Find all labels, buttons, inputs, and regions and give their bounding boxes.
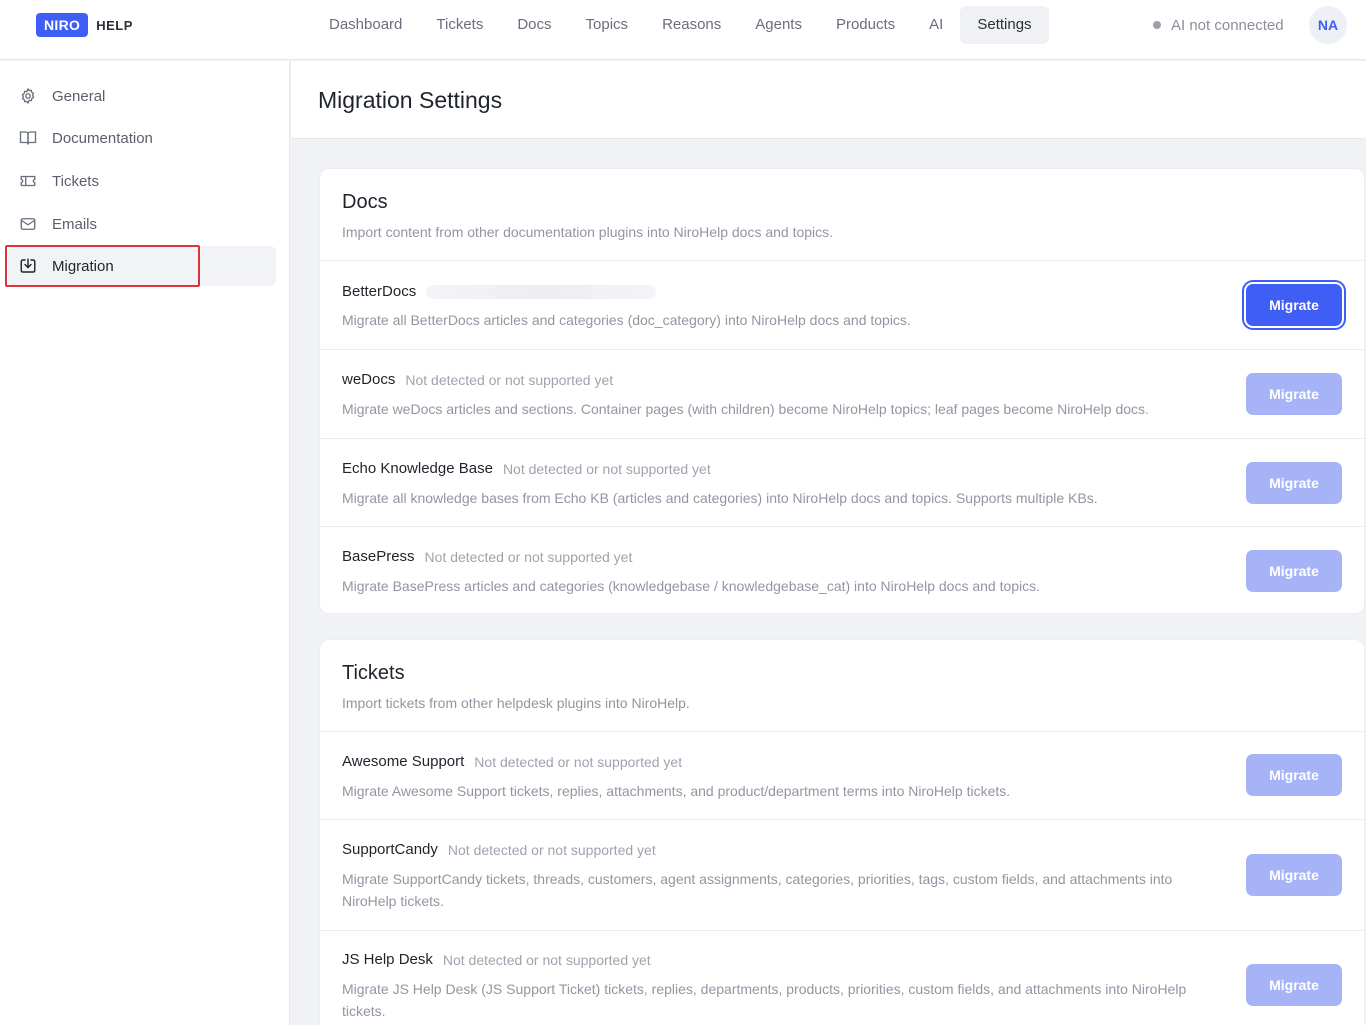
sidebar-item-label: Emails: [52, 215, 98, 233]
ticket-icon: [18, 171, 38, 191]
logo[interactable]: NIRO HELP: [36, 13, 133, 37]
gear-icon: [18, 86, 38, 106]
sidebar: General Documentation Tickets Emails Mig…: [0, 61, 290, 1025]
sidebar-item-label: General: [52, 87, 106, 105]
migration-row-betterdocs: BetterDocs Migrate all BetterDocs articl…: [320, 261, 1364, 350]
row-status: Not detected or not supported yet: [442, 951, 651, 968]
nav-ai[interactable]: AI: [912, 6, 960, 44]
row-status: Not detected or not supported yet: [447, 841, 656, 858]
ai-status-label: AI not connected: [1171, 16, 1284, 34]
row-description: Migrate Awesome Support tickets, replies…: [342, 783, 1011, 799]
page-title: Migration Settings: [318, 87, 503, 113]
migrate-button-betterdocs[interactable]: Migrate: [1246, 284, 1342, 326]
row-title: Awesome Support Not detected or not supp…: [342, 753, 682, 770]
migrate-button-wedocs[interactable]: Migrate: [1246, 373, 1342, 415]
status-dot-icon: [1153, 21, 1161, 29]
top-bar: NIRO HELP Dashboard Tickets Docs Topics …: [0, 0, 1366, 60]
nav-settings[interactable]: Settings: [960, 6, 1049, 44]
sidebar-item-general[interactable]: General: [8, 76, 276, 116]
tickets-section-header: Tickets Import tickets from other helpde…: [320, 640, 1364, 732]
row-description: Migrate SupportCandy tickets, threads, c…: [342, 871, 1173, 909]
sidebar-item-tickets[interactable]: Tickets: [8, 161, 276, 201]
migration-row-supportcandy: SupportCandy Not detected or not support…: [320, 820, 1364, 931]
sidebar-item-emails[interactable]: Emails: [8, 204, 276, 244]
row-title: Echo Knowledge Base Not detected or not …: [342, 460, 711, 477]
ai-status[interactable]: AI not connected: [1153, 14, 1284, 36]
row-description: Migrate JS Help Desk (JS Support Ticket)…: [342, 981, 1187, 1019]
sidebar-item-migration[interactable]: Migration: [8, 246, 276, 286]
nav-topics[interactable]: Topics: [569, 6, 646, 44]
nav-reasons[interactable]: Reasons: [645, 6, 738, 44]
sidebar-item-label: Tickets: [52, 172, 99, 190]
row-name: JS Help Desk: [342, 951, 433, 968]
row-title: BetterDocs: [342, 283, 657, 300]
docs-section-header: Docs Import content from other documenta…: [320, 169, 1364, 261]
nav-dashboard[interactable]: Dashboard: [312, 6, 419, 44]
row-name: BetterDocs: [342, 283, 417, 300]
sidebar-item-label: Migration: [52, 257, 114, 275]
nav-agents[interactable]: Agents: [738, 6, 819, 44]
row-status: Not detected or not supported yet: [424, 548, 633, 565]
migration-row-echo-kb: Echo Knowledge Base Not detected or not …: [320, 439, 1364, 527]
row-name: weDocs: [342, 371, 396, 388]
nav-docs[interactable]: Docs: [500, 6, 568, 44]
row-name: Echo Knowledge Base: [342, 460, 493, 477]
migrate-button-basepress[interactable]: Migrate: [1246, 550, 1342, 592]
migration-row-awesome-support: Awesome Support Not detected or not supp…: [320, 732, 1364, 820]
mail-icon: [18, 214, 38, 234]
row-description: Migrate all BetterDocs articles and cate…: [342, 312, 911, 328]
book-icon: [18, 128, 38, 148]
row-title: BasePress Not detected or not supported …: [342, 548, 632, 565]
migration-row-basepress: BasePress Not detected or not supported …: [320, 527, 1364, 613]
row-name: BasePress: [342, 548, 415, 565]
row-title: weDocs Not detected or not supported yet: [342, 371, 613, 388]
sidebar-item-label: Documentation: [52, 129, 153, 147]
migrate-button-awesome-support[interactable]: Migrate: [1246, 754, 1342, 796]
migrate-button-supportcandy[interactable]: Migrate: [1246, 854, 1342, 896]
nav-tickets[interactable]: Tickets: [419, 6, 500, 44]
logo-badge: NIRO: [36, 13, 89, 37]
nav-products[interactable]: Products: [819, 6, 912, 44]
tickets-section-card: Tickets Import tickets from other helpde…: [319, 639, 1365, 1025]
section-subtitle: Import content from other documentation …: [342, 224, 834, 240]
docs-section-card: Docs Import content from other documenta…: [319, 168, 1365, 614]
row-status: Not detected or not supported yet: [502, 460, 711, 477]
section-subtitle: Import tickets from other helpdesk plugi…: [342, 695, 690, 711]
row-status: Not detected or not supported yet: [474, 753, 683, 770]
import-icon: [18, 256, 38, 276]
section-title: Tickets: [342, 662, 405, 684]
main-nav: Dashboard Tickets Docs Topics Reasons Ag…: [312, 6, 1049, 44]
row-description: Migrate BasePress articles and categorie…: [342, 578, 1041, 594]
page-header: Migration Settings: [291, 61, 1366, 139]
logo-text: HELP: [96, 17, 133, 33]
migrate-button-echo-kb[interactable]: Migrate: [1246, 462, 1342, 504]
row-title: JS Help Desk Not detected or not support…: [342, 951, 651, 968]
migrate-button-js-help-desk[interactable]: Migrate: [1246, 964, 1342, 1006]
section-title: Docs: [342, 191, 388, 213]
migration-row-js-help-desk: JS Help Desk Not detected or not support…: [320, 931, 1364, 1025]
row-name: Awesome Support: [342, 753, 465, 770]
row-description: Migrate weDocs articles and sections. Co…: [342, 401, 1149, 417]
sidebar-item-documentation[interactable]: Documentation: [8, 118, 276, 158]
avatar[interactable]: NA: [1309, 6, 1347, 44]
row-title: SupportCandy Not detected or not support…: [342, 841, 656, 858]
row-status: Not detected or not supported yet: [405, 371, 614, 388]
row-description: Migrate all knowledge bases from Echo KB…: [342, 490, 1098, 506]
migration-row-wedocs: weDocs Not detected or not supported yet…: [320, 350, 1364, 439]
row-name: SupportCandy: [342, 841, 438, 858]
redacted-status: [426, 284, 657, 299]
